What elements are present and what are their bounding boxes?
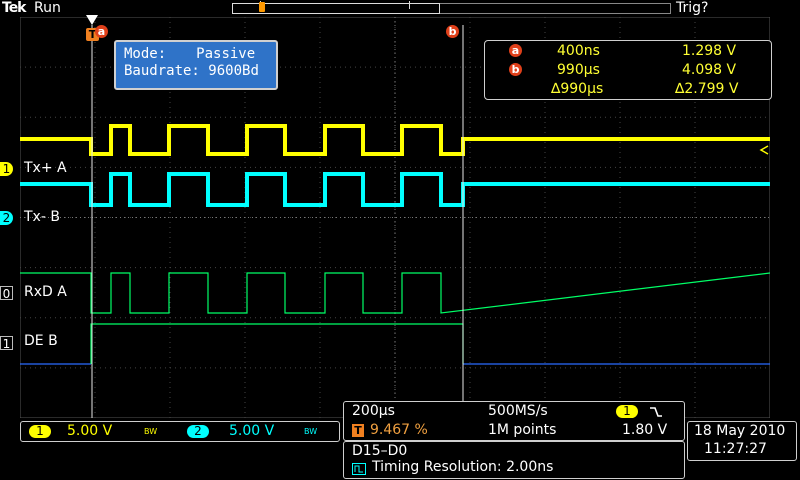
date: 18 May 2010 xyxy=(694,423,786,439)
time-per-div: 200µs xyxy=(352,403,395,419)
falling-edge-icon xyxy=(650,407,662,417)
bus-decode-panel: Mode: Passive Baudrate: 9600Bd xyxy=(114,40,278,90)
cursor-delta-value: ∆2.799 V xyxy=(675,81,739,97)
acquisition-state[interactable]: Run xyxy=(34,0,61,16)
d1-marker[interactable]: 1 xyxy=(0,336,13,351)
time: 11:27:27 xyxy=(704,441,767,457)
timing-resolution: Timing Resolution: 2.00ns xyxy=(372,459,554,475)
ch2-label: Tx- B xyxy=(24,209,60,225)
baud-label: Baudrate: xyxy=(124,63,200,79)
cursor-a-time: 400ns xyxy=(557,43,600,59)
cursor-a-value: 1.298 V xyxy=(682,43,737,59)
trigger-position: 9.467 % xyxy=(370,422,428,438)
ch1-bw-icon: BW xyxy=(144,427,158,436)
cursor-delta-time: ∆990µs xyxy=(551,81,604,97)
record-view-bar-right xyxy=(440,3,671,14)
mode-value: Passive xyxy=(196,46,256,62)
digital-timing-icon xyxy=(352,463,366,475)
ch1-label: Tx+ A xyxy=(24,160,67,176)
cursor-b-icon: b xyxy=(509,63,522,76)
trigger-status: Trig? xyxy=(676,0,709,16)
cursor-b-value: 4.098 V xyxy=(682,62,737,78)
ch1-marker[interactable]: 1 xyxy=(0,162,13,176)
ch2-bw-icon: BW xyxy=(304,427,318,436)
trigger-point-icon xyxy=(86,15,98,25)
mode-label: Mode: xyxy=(124,46,167,62)
d0-label: RxD A xyxy=(24,284,67,300)
record-length: 1M points xyxy=(488,422,557,438)
trigger-position-marker xyxy=(259,2,265,12)
ch2-scale: 5.00 V xyxy=(229,423,275,439)
digital-timing-panel: D15–D0 Timing Resolution: 2.00ns xyxy=(343,441,685,479)
d0-marker[interactable]: 0 xyxy=(0,286,13,301)
datetime-panel: 18 May 2010 11:27:27 xyxy=(687,421,797,461)
cursor-readout-panel: a 400ns 1.298 V b 990µs 4.098 V ∆990µs ∆… xyxy=(484,40,772,100)
ch1-scale-chip: 1 xyxy=(29,425,51,438)
cursor-a-icon: a xyxy=(509,44,522,57)
cursor-b-time: 990µs xyxy=(557,62,600,78)
trigger-level: 1.80 V xyxy=(622,422,668,438)
trigger-pos-icon: T xyxy=(352,424,364,437)
cursor-a-marker[interactable]: a xyxy=(95,25,108,38)
cursor-b-marker[interactable]: b xyxy=(446,25,459,38)
ch1-scale: 5.00 V xyxy=(67,423,113,439)
ch2-marker[interactable]: 2 xyxy=(0,211,13,225)
digital-channels: D15–D0 xyxy=(352,443,408,459)
record-view-window[interactable] xyxy=(260,1,410,9)
horizontal-trigger-panel[interactable]: 200µs 500MS/s 1 T 9.467 % 1M points 1.80… xyxy=(343,401,685,441)
vertical-settings-bar[interactable]: 1 5.00 V BW 2 5.00 V BW xyxy=(20,421,340,442)
trigger-source-chip: 1 xyxy=(616,405,638,418)
ch2-scale-chip: 2 xyxy=(187,425,209,438)
d1-label: DE B xyxy=(24,333,58,349)
sample-rate: 500MS/s xyxy=(488,403,548,419)
baud-value: 9600Bd xyxy=(208,63,259,79)
brand-logo: Tek xyxy=(2,0,26,16)
